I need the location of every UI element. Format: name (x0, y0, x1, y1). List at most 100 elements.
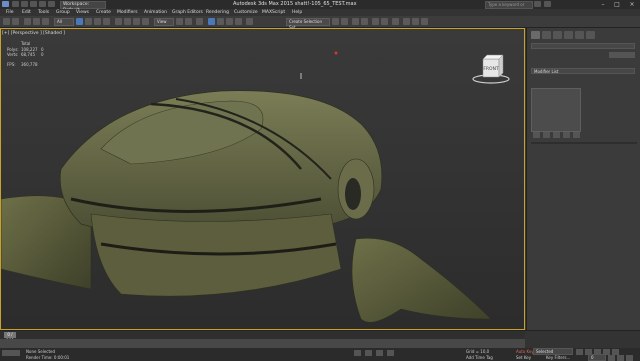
select-and-manipulate-icon[interactable] (185, 18, 192, 25)
maximize-viewport-icon[interactable] (626, 355, 633, 361)
viewcube-face-label: FRONT (483, 66, 499, 72)
graphite-ribbon-icon[interactable] (361, 18, 368, 25)
align-icon[interactable] (341, 18, 348, 25)
modifier-list-dropdown[interactable]: Modifier List (531, 68, 635, 74)
mirror-icon[interactable] (332, 18, 339, 25)
search-icon[interactable] (534, 1, 541, 7)
menu-animation[interactable]: Animation (144, 10, 167, 15)
select-and-place-icon[interactable] (142, 18, 149, 25)
maxscript-listener-icon[interactable] (2, 350, 20, 356)
unlink-icon[interactable] (33, 18, 40, 25)
remove-modifier-icon[interactable] (563, 132, 570, 138)
time-slider[interactable]: 0 / 100 (0, 331, 525, 343)
named-selection-sets-dropdown[interactable]: Create Selection Set (286, 18, 330, 30)
close-icon[interactable]: × (625, 0, 639, 9)
render-setup-icon[interactable] (403, 18, 410, 25)
time-slider-thumb[interactable]: 0 / 100 (4, 332, 16, 343)
menu-customize[interactable]: Customize (234, 10, 258, 15)
percent-snap-icon[interactable] (226, 18, 233, 25)
spinner-snap-icon[interactable] (235, 18, 242, 25)
zoom-icon[interactable] (608, 355, 615, 361)
menu-help[interactable]: Help (292, 10, 302, 15)
render-production-icon[interactable] (421, 18, 428, 25)
menu-rendering[interactable]: Rendering (206, 10, 229, 15)
configure-modifier-sets-icon[interactable] (573, 132, 580, 138)
edit-named-selection-icon[interactable] (246, 18, 253, 25)
snaps-toggle-icon[interactable] (208, 18, 215, 25)
window-crossing-icon[interactable] (103, 18, 110, 25)
menu-maxscript[interactable]: MAXScript (262, 10, 285, 15)
display-tab-icon[interactable] (575, 31, 584, 39)
bind-space-warp-icon[interactable] (42, 18, 49, 25)
maximize-icon[interactable]: □ (610, 0, 624, 9)
viewcube[interactable]: FRONT (471, 53, 511, 87)
menu-file[interactable]: File (6, 10, 14, 15)
redo-icon[interactable] (48, 1, 55, 7)
key-target-dropdown[interactable]: Selected (533, 348, 573, 355)
select-by-name-icon[interactable] (85, 18, 92, 25)
object-name-field[interactable] (531, 43, 635, 49)
key-filters-button[interactable]: Key Filters... (546, 355, 570, 360)
utilities-tab-icon[interactable] (586, 31, 595, 39)
pin-stack-icon[interactable] (533, 132, 540, 138)
menu-tools[interactable]: Tools (38, 10, 49, 15)
menu-modifiers[interactable]: Modifiers (117, 10, 138, 15)
angle-snap-icon[interactable] (217, 18, 224, 25)
workspace-dropdown[interactable]: Workspace: Default (60, 1, 106, 13)
reference-coordinate-dropdown[interactable]: View (154, 18, 174, 26)
select-and-rotate-icon[interactable] (124, 18, 131, 25)
make-unique-icon[interactable] (553, 132, 560, 138)
rectangular-selection-icon[interactable] (94, 18, 101, 25)
selection-filter-dropdown[interactable]: All (54, 18, 74, 26)
app-logo-icon[interactable] (2, 1, 9, 7)
status-bar: None Selected Render Time: 0:00:01 Grid … (0, 348, 640, 361)
perspective-viewport[interactable]: [+] [Perspective ] [Shaded ] Total Polys… (0, 28, 525, 330)
selection-lock-icon[interactable] (354, 350, 361, 356)
save-file-icon[interactable] (30, 1, 37, 7)
timeline-area: 0 / 100 None Selected Render Time: 0:00:… (0, 330, 640, 361)
redo-button[interactable] (12, 18, 19, 25)
motion-tab-icon[interactable] (564, 31, 573, 39)
search-input[interactable]: Type a keyword or phrase (485, 1, 533, 13)
select-object-icon[interactable] (76, 18, 83, 25)
modify-tab-icon[interactable] (542, 31, 551, 39)
create-tab-icon[interactable] (531, 31, 540, 39)
show-end-result-icon[interactable] (543, 132, 550, 138)
menu-edit[interactable]: Edit (22, 10, 31, 15)
set-key-button[interactable]: Set Key (516, 355, 531, 360)
modifier-stack[interactable] (531, 88, 581, 132)
minimize-icon[interactable]: – (596, 0, 610, 9)
pivot-center-icon[interactable] (176, 18, 183, 25)
link-icon[interactable] (24, 18, 31, 25)
menu-graph-editors[interactable]: Graph Editors (172, 10, 203, 15)
menu-create[interactable]: Create (96, 10, 111, 15)
absolute-mode-icon[interactable] (365, 350, 372, 356)
curve-editor-icon[interactable] (372, 18, 379, 25)
select-and-move-icon[interactable] (115, 18, 122, 25)
track-bar[interactable] (0, 339, 525, 348)
viewcube-right-face[interactable] (498, 54, 504, 78)
spaceship-model[interactable] (1, 29, 525, 330)
open-file-icon[interactable] (21, 1, 28, 7)
undo-button[interactable] (3, 18, 10, 25)
add-time-tag-button[interactable]: Add Time Tag (466, 355, 493, 360)
undo-icon[interactable] (39, 1, 46, 7)
rendered-frame-window-icon[interactable] (412, 18, 419, 25)
menu-group[interactable]: Group (56, 10, 70, 15)
main-toolbar: All View Create Selection Set (0, 16, 640, 30)
schematic-view-icon[interactable] (381, 18, 388, 25)
select-and-scale-icon[interactable] (133, 18, 140, 25)
object-color-swatch[interactable] (609, 52, 635, 58)
material-editor-icon[interactable] (392, 18, 399, 25)
hierarchy-tab-icon[interactable] (553, 31, 562, 39)
new-file-icon[interactable] (12, 1, 19, 7)
go-to-start-icon[interactable] (576, 349, 583, 355)
help-icon[interactable] (544, 1, 551, 7)
layer-explorer-icon[interactable] (352, 18, 359, 25)
y-coordinate-field[interactable] (387, 350, 394, 356)
orbit-icon[interactable] (617, 355, 624, 361)
menu-views[interactable]: Views (76, 10, 89, 15)
keyboard-shortcut-override-icon[interactable] (196, 18, 203, 25)
x-coordinate-field[interactable] (376, 350, 383, 356)
auto-key-button[interactable]: Auto Key (516, 349, 534, 354)
